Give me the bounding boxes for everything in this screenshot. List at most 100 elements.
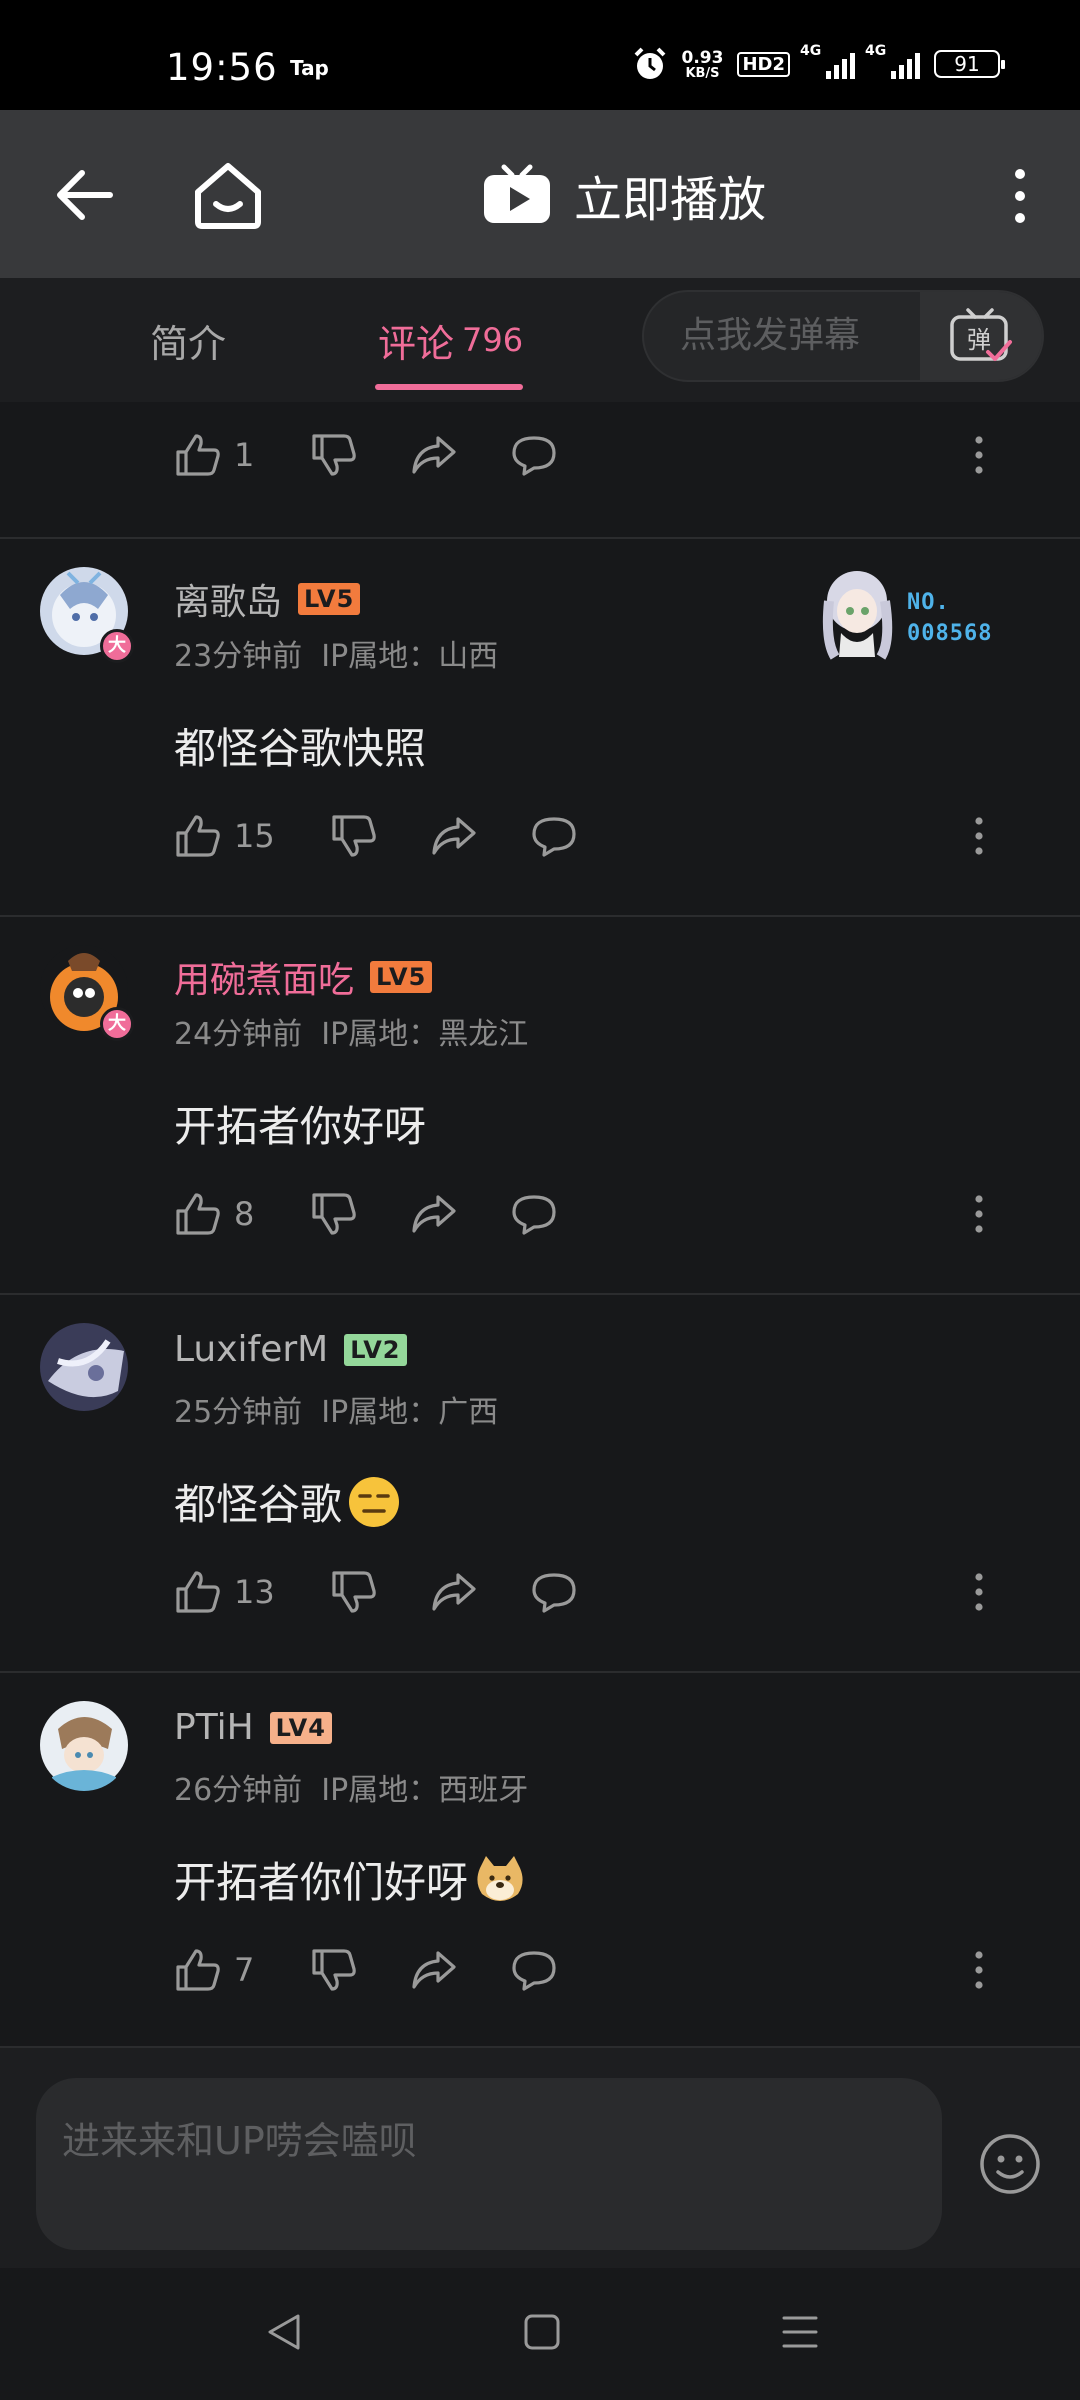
comment-time: 23分钟前 (174, 639, 303, 674)
like-button[interactable]: 15 (174, 813, 275, 859)
dislike-button[interactable] (310, 432, 358, 478)
chat-bubble-icon (512, 1195, 556, 1235)
back-arrow-icon[interactable] (50, 160, 120, 230)
comment-more-button[interactable] (969, 1569, 989, 1615)
danmaku-glyph: 弹 (967, 326, 991, 354)
thumbs-up-icon (176, 1949, 220, 1991)
vip-badge: 大 (100, 1007, 134, 1041)
share-button[interactable] (410, 432, 458, 478)
share-button[interactable] (410, 1947, 458, 1993)
tab-comments-label: 评论 (378, 321, 455, 366)
reply-input[interactable]: 进来来和UP唠会嗑呗 (36, 2078, 942, 2250)
tab-intro[interactable]: 简介 (150, 278, 226, 402)
play-now-button[interactable]: 立即播放 (482, 160, 766, 230)
emoji-icon[interactable] (978, 2132, 1042, 2196)
username[interactable]: 离歌岛 (174, 573, 282, 625)
comment-meta: 26分钟前 IP属地：西班牙 (174, 1765, 528, 1809)
comment-text-content: 都怪谷歌 (174, 1480, 343, 1529)
expressionless-face-icon (349, 1476, 400, 1527)
battery-icon: 91 (934, 50, 1005, 78)
alarm-icon (634, 47, 665, 79)
username[interactable]: LuxiferM (174, 1329, 328, 1370)
share-button[interactable] (430, 1569, 478, 1615)
chat-bubble-icon (532, 1573, 576, 1613)
fan-badge-no-label: NO. (907, 590, 950, 615)
dislike-button[interactable] (310, 1947, 358, 1993)
system-nav-bar (0, 2268, 1080, 2400)
reply-button[interactable] (530, 813, 578, 859)
status-icons: 0.93 KB/S HD2 4G 4G 91 (632, 43, 1005, 84)
comment-item: PTiH LV4 26分钟前 IP属地：西班牙 开拓者你们好呀 7 (0, 1673, 1080, 2048)
comment-more-button[interactable] (969, 1947, 989, 1993)
share-button[interactable] (430, 813, 478, 859)
thumbs-down-icon (332, 815, 376, 857)
more-vertical-icon[interactable] (1000, 166, 1040, 226)
dislike-button[interactable] (330, 1569, 378, 1615)
like-count: 8 (234, 1195, 255, 1233)
comment-time: 25分钟前 (174, 1395, 303, 1430)
share-icon (432, 817, 476, 855)
thumbs-down-icon (312, 1193, 356, 1235)
tv-play-icon (484, 164, 550, 223)
dislike-button[interactable] (330, 813, 378, 859)
chat-bubble-icon (532, 817, 576, 857)
nav-home-icon[interactable] (520, 2310, 564, 2354)
comment-ip: IP属地：广西 (321, 1395, 499, 1430)
avatar[interactable]: 大 (38, 565, 138, 665)
danmaku-icon: 弹 (950, 308, 1012, 361)
comment-text: 都怪谷歌 (174, 1471, 400, 1532)
share-button[interactable] (410, 1191, 458, 1237)
dislike-button[interactable] (310, 1191, 358, 1237)
status-time: 19:56 (166, 46, 278, 89)
thumbs-up-icon (176, 1571, 220, 1613)
comment-meta: 24分钟前 IP属地：黑龙江 (174, 1009, 528, 1053)
home-icon[interactable] (190, 158, 266, 232)
vip-badge: 大 (100, 629, 134, 663)
comment-actions: 8 (174, 1183, 1024, 1243)
like-button[interactable]: 8 (174, 1191, 254, 1237)
thumbs-up-icon (176, 434, 220, 476)
comment-meta: 23分钟前 IP属地：山西 (174, 631, 498, 675)
avatar[interactable] (38, 1699, 138, 1799)
username-row: PTiH LV4 (174, 1707, 332, 1748)
level-badge: LV2 (344, 1333, 407, 1366)
danmaku-input[interactable]: 点我发弹幕 (680, 292, 860, 380)
comment-list[interactable]: 1 大 离歌岛 LV5 23分钟前 IP属地：山西 NO. 008568 都怪谷… (0, 402, 1080, 2048)
reply-button[interactable] (510, 1191, 558, 1237)
hd-voice-icon: HD2 (737, 51, 790, 77)
like-button[interactable]: 7 (174, 1947, 254, 1993)
danmaku-toggle-button[interactable]: 弹 (920, 292, 1042, 380)
reply-button[interactable] (510, 432, 558, 478)
top-bar: 立即播放 (0, 110, 1080, 278)
comment-more-button[interactable] (969, 813, 989, 859)
nav-back-icon[interactable] (262, 2310, 306, 2354)
comment-text-content: 开拓者你们好呀 (174, 1858, 469, 1907)
like-button[interactable]: 13 (174, 1569, 275, 1615)
like-button[interactable]: 1 (174, 432, 254, 478)
fan-badge-character-icon (822, 571, 893, 660)
comment-actions: 15 (174, 805, 1024, 865)
avatar[interactable]: 大 (38, 943, 138, 1043)
comment-text: 开拓者你们好呀 (174, 1849, 526, 1910)
avatar[interactable] (38, 1321, 138, 1421)
level-badge: LV5 (298, 583, 361, 615)
more-vertical-icon (975, 817, 983, 855)
username[interactable]: 用碗煮面吃 (174, 951, 354, 1003)
doge-face-icon (477, 1855, 523, 1901)
comment-more-button[interactable] (969, 1191, 989, 1237)
reply-button[interactable] (530, 1569, 578, 1615)
nav-menu-icon[interactable] (778, 2310, 822, 2354)
level-badge: LV4 (269, 1711, 332, 1744)
fan-badge[interactable]: NO. 008568 (815, 561, 1015, 671)
net-speed-unit: KB/S (685, 65, 720, 81)
like-count: 15 (234, 817, 275, 855)
comment-ip: IP属地：黑龙江 (321, 1017, 529, 1052)
more-vertical-icon (975, 1195, 983, 1233)
username-row: 离歌岛 LV5 (174, 573, 361, 625)
thumbs-up-icon (176, 1193, 220, 1235)
danmaku-bar: 点我发弹幕 弹 (642, 290, 1044, 382)
share-icon (412, 1951, 456, 1989)
username[interactable]: PTiH (174, 1707, 254, 1748)
reply-button[interactable] (510, 1947, 558, 1993)
comment-more-button[interactable] (969, 432, 989, 478)
